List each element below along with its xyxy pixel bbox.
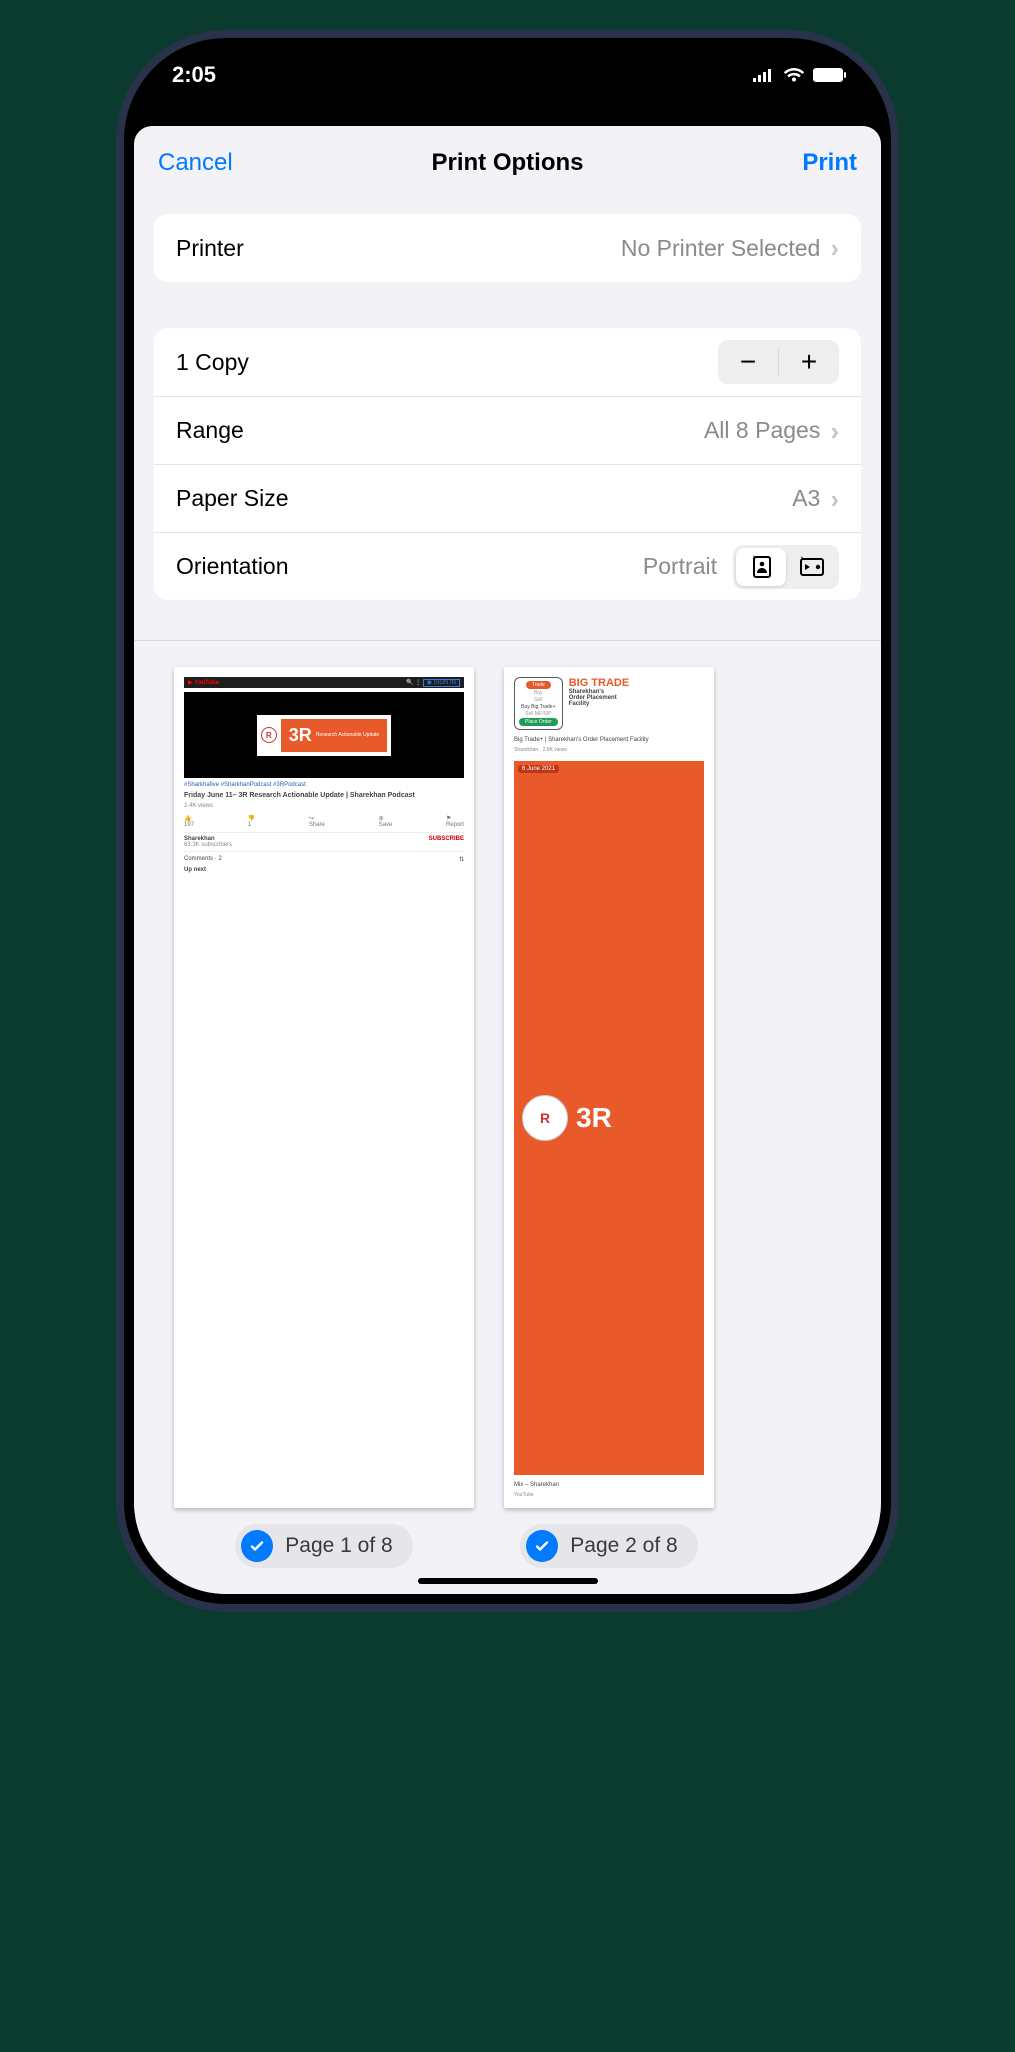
- checkmark-icon: [241, 1530, 273, 1562]
- printer-row[interactable]: Printer No Printer Selected ›: [154, 214, 861, 282]
- print-button[interactable]: Print: [778, 126, 881, 200]
- page-selection-toggle-2[interactable]: Page 2 of 8: [520, 1524, 697, 1568]
- page-indicator-1: Page 1 of 8: [285, 1534, 392, 1558]
- settings-group: 1 Copy − + Range All 8 Pages › Paper Si: [154, 328, 861, 600]
- iphone-bezel: 2:05 Cancel Print Options Print Printer …: [134, 48, 881, 1594]
- paper-size-row[interactable]: Paper Size A3 ›: [154, 464, 861, 532]
- printer-label: Printer: [176, 235, 244, 262]
- chevron-right-icon: ›: [830, 235, 839, 261]
- landscape-icon: [798, 556, 824, 578]
- print-options-sheet: Cancel Print Options Print Printer No Pr…: [134, 126, 881, 1594]
- nav-bar: Cancel Print Options Print: [134, 126, 881, 200]
- copies-decrement[interactable]: −: [718, 340, 778, 384]
- copies-stepper: − +: [718, 340, 839, 384]
- page-thumbnail-1[interactable]: ▶ YouTube🔍 ⋮ ◉ SIGN IN R 3RResearch Acti…: [174, 667, 474, 1568]
- wifi-icon: [783, 67, 805, 83]
- home-indicator[interactable]: [418, 1578, 598, 1584]
- printer-group: Printer No Printer Selected ›: [154, 214, 861, 282]
- range-row[interactable]: Range All 8 Pages ›: [154, 396, 861, 464]
- range-value: All 8 Pages: [704, 417, 820, 444]
- paper-size-label: Paper Size: [176, 485, 289, 512]
- page-thumbnail-2[interactable]: Trade Buy Sell Buy Big Trade+ Sell MF/SI…: [504, 667, 714, 1568]
- cancel-button[interactable]: Cancel: [134, 126, 257, 200]
- printer-value: No Printer Selected: [621, 235, 820, 262]
- status-time: 2:05: [172, 62, 216, 88]
- orientation-value: Portrait: [643, 553, 717, 580]
- portrait-icon: [750, 555, 772, 579]
- orientation-label: Orientation: [176, 553, 289, 580]
- iphone-frame: 2:05 Cancel Print Options Print Printer …: [116, 30, 899, 1612]
- copies-row: 1 Copy − +: [154, 328, 861, 396]
- cell-signal-icon: [753, 68, 775, 82]
- notch: [358, 48, 658, 80]
- orientation-segmented-control: [733, 545, 839, 589]
- orientation-landscape-button[interactable]: [786, 548, 836, 586]
- page-indicator-2: Page 2 of 8: [570, 1534, 677, 1558]
- page-selection-toggle-1[interactable]: Page 1 of 8: [235, 1524, 412, 1568]
- range-label: Range: [176, 417, 244, 444]
- chevron-right-icon: ›: [830, 486, 839, 512]
- orientation-row: Orientation Portrait: [154, 532, 861, 600]
- battery-icon: [813, 68, 843, 82]
- orientation-portrait-button[interactable]: [736, 548, 786, 586]
- chevron-right-icon: ›: [830, 418, 839, 444]
- screen-backdrop: [134, 102, 881, 126]
- sheet-title: Print Options: [432, 149, 584, 177]
- copies-increment[interactable]: +: [779, 340, 839, 384]
- paper-size-value: A3: [792, 485, 820, 512]
- preview-area[interactable]: ▶ YouTube🔍 ⋮ ◉ SIGN IN R 3RResearch Acti…: [134, 640, 881, 1594]
- copies-label: 1 Copy: [176, 349, 249, 376]
- checkmark-icon: [526, 1530, 558, 1562]
